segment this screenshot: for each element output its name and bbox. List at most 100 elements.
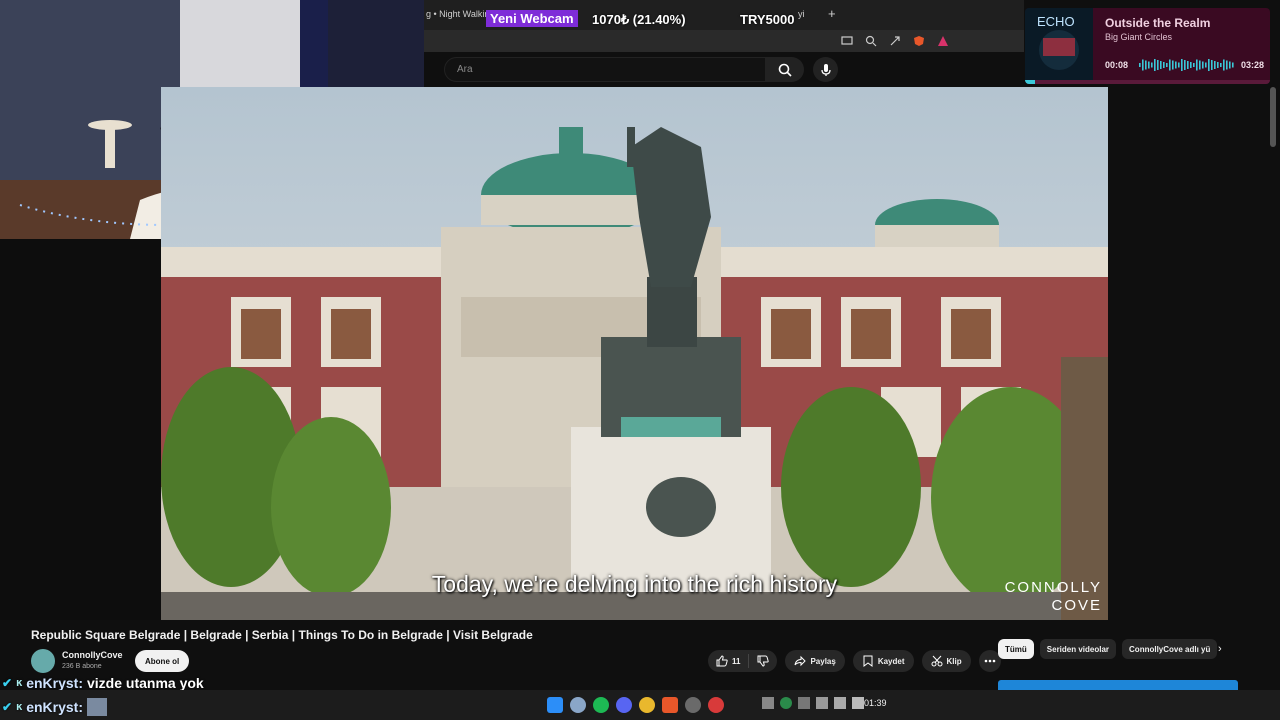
waveform-bar [1166,63,1168,67]
chat-badge-icon: ✔ [2,676,13,690]
waveform-bar [1226,60,1228,70]
voice-search-button[interactable] [813,57,838,82]
volume-icon[interactable] [852,697,864,709]
waveform [1139,59,1234,71]
chat-username: enKryst: [26,675,83,691]
cast-icon[interactable] [840,34,854,48]
share-icon[interactable] [888,34,902,48]
waveform-bar [1232,62,1234,68]
waveform-bar [1178,62,1180,68]
waveform-bar [1193,63,1195,67]
waveform-bar [1145,60,1147,70]
waveform-bar [1229,61,1231,69]
waveform-bar [1175,61,1177,69]
share-label: Paylaş [810,656,836,666]
brave-icon[interactable] [662,697,678,713]
like-button[interactable]: 11 [708,654,750,668]
clip-button[interactable]: Klip [921,650,971,672]
settings-icon[interactable] [570,697,586,713]
display-icon[interactable] [816,697,828,709]
chat-username: enKryst: [26,699,83,715]
chat-platform-icon: ĸ [16,677,23,689]
related-video-thumbnail[interactable] [998,680,1238,690]
search-icon [778,63,792,77]
discord-icon[interactable] [616,697,632,713]
chip-channel[interactable]: ConnollyCove adlı yü [1122,639,1218,659]
channel-watermark: CONNOLLY COVE [1005,579,1102,615]
time-current: 00:08 [1105,60,1129,70]
screen: g • Night Walkin yi + Yeni Webcam 1070₺ … [0,0,1280,720]
waveform-bar [1169,59,1171,71]
search-input[interactable]: Ara [444,57,766,82]
brave-rewards-icon[interactable] [936,34,950,48]
dislike-button[interactable] [749,655,777,667]
brave-shield-icon[interactable] [912,34,926,48]
new-tab-button[interactable]: + [828,6,836,21]
more-horizontal-icon [984,659,995,663]
waveform-bar [1190,62,1192,68]
share-button[interactable]: Paylaş [785,650,845,672]
waveform-bar [1223,59,1225,71]
video-player[interactable]: Today, we're delving into the rich histo… [161,87,1108,620]
waveform-bar [1217,62,1219,68]
notification-bell-icon[interactable] [798,697,810,709]
waveform-bar [1211,60,1213,70]
tab-title[interactable]: g • Night Walkin [426,9,489,19]
tab-title-fragment[interactable]: yi [798,9,805,19]
watermark-line1: CONNOLLY [1004,579,1102,596]
chat-message: ✔ ĸ enKryst: [2,698,107,716]
chat-message: ✔ ĸ enKryst: vizde utanma yok [2,675,204,691]
waveform-bar [1148,61,1150,69]
waveform-bar [1208,59,1210,71]
scissors-icon [931,655,943,667]
waveform-bar [1142,59,1144,71]
waveform-bar [1181,59,1183,71]
like-dislike-group: 11 [708,650,778,672]
now-playing-widget: ECHO Outside the Realm Big Giant Circles… [1025,8,1270,84]
wifi-icon[interactable] [834,697,846,709]
waveform-bar [1163,62,1165,68]
song-progress-fill [1025,80,1035,84]
microphone-icon [820,63,831,76]
start-icon[interactable] [547,697,563,713]
thumbs-up-icon [716,655,728,667]
song-title: Outside the Realm [1105,16,1211,30]
channel-subscriber-count: 236 B abone [62,663,102,670]
thumbs-down-icon [757,655,770,667]
chip-all[interactable]: Tümü [998,639,1034,659]
zoom-icon[interactable] [864,34,878,48]
waveform-bar [1187,61,1189,69]
waveform-bar [1139,63,1141,67]
chevron-right-icon[interactable]: › [1218,643,1222,655]
channel-avatar[interactable] [31,649,55,673]
obs-icon[interactable] [685,697,701,713]
record-icon[interactable] [708,697,724,713]
page-scrollbar[interactable] [1270,87,1276,147]
waveform-bar [1202,61,1204,69]
browser-address-bar [424,30,1024,52]
video-frame [161,87,1108,620]
spotify-icon[interactable] [593,697,609,713]
song-artist: Big Giant Circles [1105,32,1173,42]
chat-avatar [86,698,107,716]
waveform-bar [1205,62,1207,68]
waveform-bar [1160,61,1162,69]
subscribe-button[interactable]: Abone ol [135,650,190,672]
chrome-icon[interactable] [639,697,655,713]
webcam-tag: Yeni Webcam [486,10,578,27]
video-subtitle: Today, we're delving into the rich histo… [431,571,838,597]
donation-stat: 1070₺ (21.40%) [592,12,686,27]
song-progress-bar [1025,80,1270,84]
search-button[interactable] [766,57,804,82]
save-button[interactable]: Kaydet [852,650,914,672]
channel-name[interactable]: ConnollyCove [62,650,123,660]
chat-badge-icon: ✔ [2,700,13,714]
album-text: ECHO [1037,14,1075,29]
tray-grid-icon[interactable] [762,697,774,709]
share-arrow-icon [794,655,807,667]
search-placeholder: Ara [457,64,473,75]
chip-series[interactable]: Seriden videolar [1039,639,1117,659]
save-label: Kaydet [877,656,905,666]
tray-status-icon[interactable] [780,697,792,709]
video-title: Republic Square Belgrade | Belgrade | Se… [31,628,533,642]
